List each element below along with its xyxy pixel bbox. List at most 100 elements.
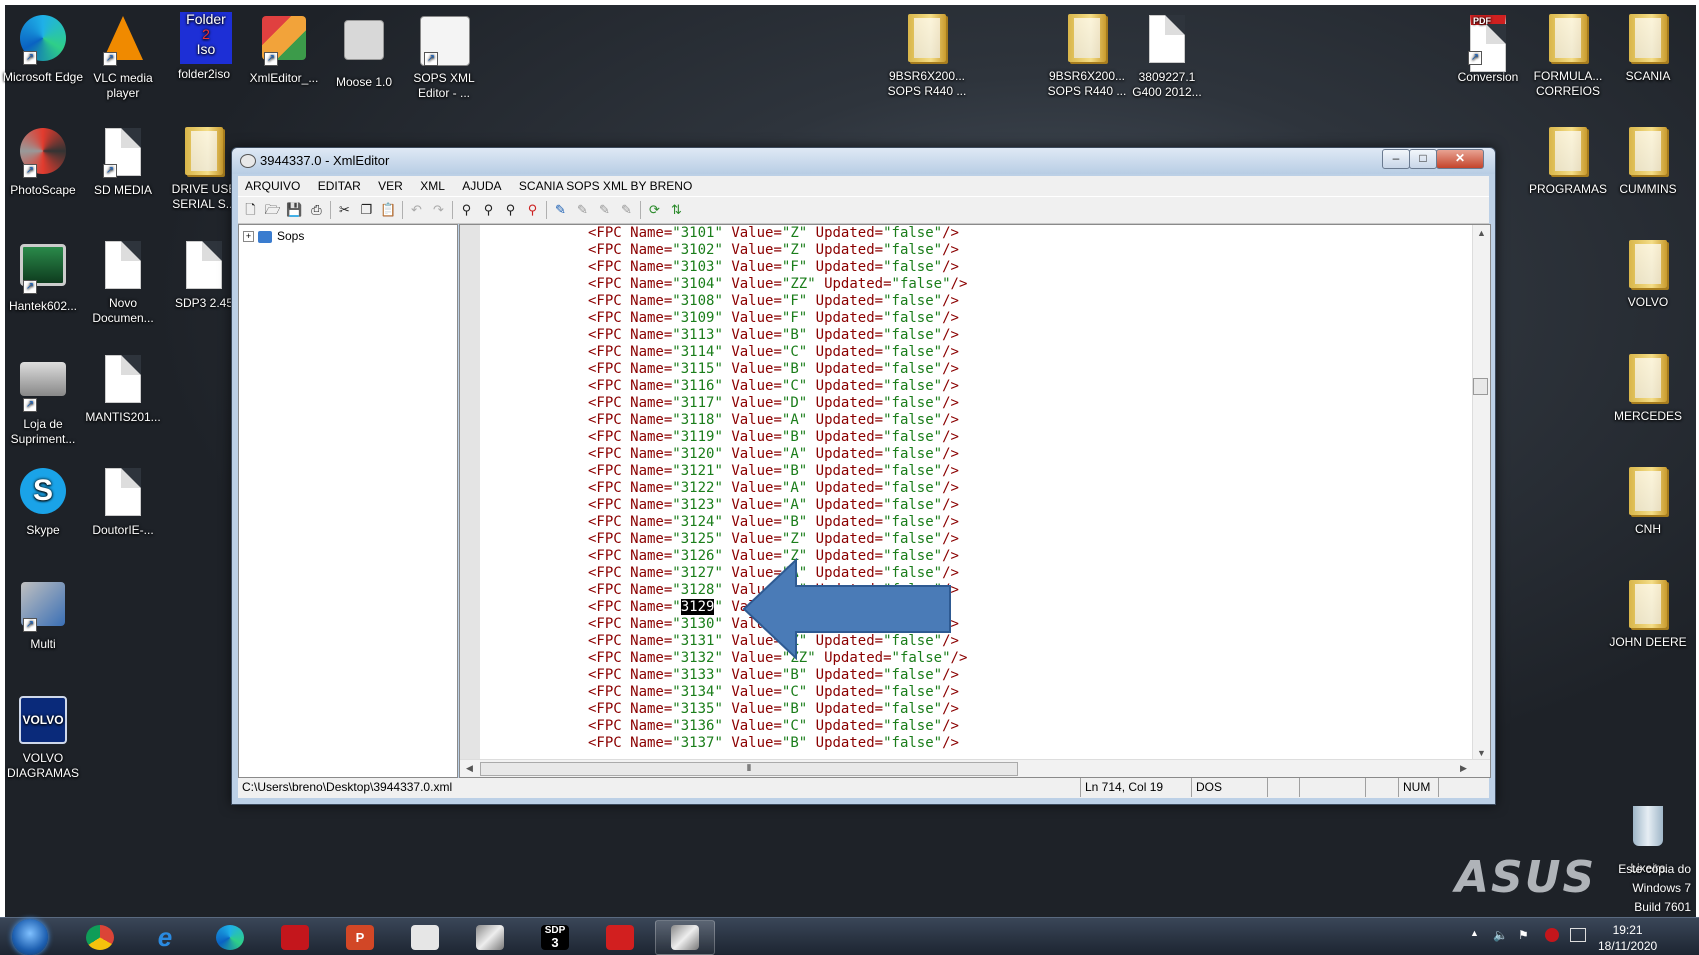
minimize-button[interactable]: – [1382, 149, 1410, 169]
undo-icon[interactable]: ↶ [408, 201, 425, 218]
code-line[interactable]: <FPC Name="3135" Value="B" Updated="fals… [588, 701, 967, 718]
code-line[interactable]: <FPC Name="3134" Value="C" Updated="fals… [588, 684, 967, 701]
taskbar-sops-editor[interactable] [395, 920, 455, 955]
code-line[interactable]: <FPC Name="3116" Value="C" Updated="fals… [588, 378, 967, 395]
desktop-icon-john-deere[interactable]: JOHN DEERE [1605, 578, 1691, 650]
desktop-icon-hantek[interactable]: ↗ Hantek602... [0, 238, 86, 314]
print-icon[interactable]: ⎙ [308, 201, 325, 218]
code-line[interactable]: <FPC Name="3109" Value="F" Updated="fals… [588, 310, 967, 327]
scroll-right-icon[interactable]: ▶ [1460, 763, 1467, 774]
code-line[interactable]: <FPC Name="3137" Value="B" Updated="fals… [588, 735, 967, 752]
code-line[interactable]: <FPC Name="3119" Value="B" Updated="fals… [588, 429, 967, 446]
code-editor[interactable]: <FPC Name="3101" Value="Z" Updated="fals… [459, 224, 1491, 778]
desktop-icon-multi[interactable]: ↗ Multi [0, 578, 86, 652]
desktop-icon-photoscape[interactable]: ↗ PhotoScape [0, 125, 86, 198]
taskbar-ie[interactable]: e [135, 920, 195, 955]
desktop-icon-conversion[interactable]: PDF ↗ Conversion [1445, 12, 1531, 85]
taskbar-acrobat[interactable] [590, 920, 650, 955]
taskbar-chrome[interactable] [70, 920, 130, 955]
code-line[interactable]: <FPC Name="3102" Value="Z" Updated="fals… [588, 242, 967, 259]
desktop-icon-xmleditor[interactable]: ↗ XmlEditor_... [241, 12, 327, 86]
desktop-icon-moose[interactable]: Moose 1.0 [321, 12, 407, 90]
desktop-icon-sops-xml-editor[interactable]: ↗ SOPS XML Editor - ... [401, 12, 487, 101]
tree-node-sops[interactable]: + Sops [243, 229, 304, 243]
code-line[interactable]: <FPC Name="3114" Value="C" Updated="fals… [588, 344, 967, 361]
tree-sync-icon[interactable]: ⇅ [668, 201, 685, 218]
network-icon[interactable] [1570, 928, 1586, 942]
format-icon[interactable]: ✎ [574, 201, 591, 218]
find-next-icon[interactable]: ⚲ [480, 201, 497, 218]
redo-icon[interactable]: ↷ [430, 201, 447, 218]
find-prev-icon[interactable]: ⚲ [502, 201, 519, 218]
copy-icon[interactable]: ❐ [358, 201, 375, 218]
taskbar-disk-tool[interactable] [460, 920, 520, 955]
taskbar-xmleditor-active[interactable] [655, 920, 715, 955]
code-line[interactable]: <FPC Name="3120" Value="A" Updated="fals… [588, 446, 967, 463]
desktop-icon-cummins[interactable]: CUMMINS [1605, 125, 1691, 197]
code-line[interactable]: <FPC Name="3136" Value="C" Updated="fals… [588, 718, 967, 735]
taskbar-edge[interactable] [200, 920, 260, 955]
find-icon[interactable]: ⚲ [458, 201, 475, 218]
menu-ajuda[interactable]: AJUDA [455, 176, 508, 193]
code-line[interactable]: <FPC Name="3103" Value="F" Updated="fals… [588, 259, 967, 276]
menu-scania-sops[interactable]: SCANIA SOPS XML BY BRENO [512, 176, 699, 193]
indent-icon[interactable]: ✎ [596, 201, 613, 218]
code-line[interactable]: <FPC Name="3104" Value="ZZ" Updated="fal… [588, 276, 967, 293]
code-line[interactable]: <FPC Name="3123" Value="A" Updated="fals… [588, 497, 967, 514]
menu-editar[interactable]: EDITAR [311, 176, 368, 193]
code-line[interactable]: <FPC Name="3113" Value="B" Updated="fals… [588, 327, 967, 344]
outdent-icon[interactable]: ✎ [618, 201, 635, 218]
expand-icon[interactable]: + [243, 231, 254, 243]
desktop-icon-cnh[interactable]: CNH [1605, 465, 1691, 537]
code-line[interactable]: <FPC Name="3125" Value="Z" Updated="fals… [588, 531, 967, 548]
paste-icon[interactable]: 📋 [380, 201, 397, 218]
save-icon[interactable]: 💾 [286, 201, 303, 218]
scroll-left-icon[interactable]: ◀ [466, 763, 473, 774]
taskbar-mcafee[interactable] [265, 920, 325, 955]
desktop-icon-skype[interactable]: S Skype [0, 465, 86, 538]
desktop-icon-doutorie[interactable]: DoutorIE-... [80, 465, 166, 538]
desktop-icon-folder2iso[interactable]: Folder 2 Iso folder2iso [161, 12, 247, 82]
action-center-flag-icon[interactable]: ⚑ [1518, 928, 1529, 942]
validate-icon[interactable]: ✎ [552, 201, 569, 218]
desktop-icon-mantis[interactable]: MANTIS201... [80, 352, 166, 425]
replace-icon[interactable]: ⚲ [524, 201, 541, 218]
desktop-icon-g400[interactable]: 3809227.1 G400 2012... [1124, 12, 1210, 100]
desktop-icon-loja[interactable]: ↗ Loja de Supriment... [0, 352, 86, 447]
code-line[interactable]: <FPC Name="3101" Value="Z" Updated="fals… [588, 225, 967, 242]
desktop-icon-novo-documento[interactable]: Novo Documen... [80, 238, 166, 326]
code-line[interactable]: <FPC Name="3122" Value="A" Updated="fals… [588, 480, 967, 497]
code-line[interactable]: <FPC Name="3115" Value="B" Updated="fals… [588, 361, 967, 378]
vertical-scroll-thumb[interactable] [1473, 378, 1488, 395]
code-line[interactable]: <FPC Name="3117" Value="D" Updated="fals… [588, 395, 967, 412]
menu-arquivo[interactable]: ARQUIVO [238, 176, 307, 193]
code-line[interactable]: <FPC Name="3118" Value="A" Updated="fals… [588, 412, 967, 429]
menu-ver[interactable]: VER [371, 176, 410, 193]
taskbar-sdp3[interactable]: SDP 3 [525, 920, 585, 955]
desktop-icon-volvo-diagramas[interactable]: VOLVO VOLVO DIAGRAMAS [0, 692, 86, 781]
desktop-icon-volvo[interactable]: VOLVO [1605, 238, 1691, 310]
desktop-icon-mercedes[interactable]: MERCEDES [1605, 352, 1691, 424]
code-line[interactable]: <FPC Name="3133" Value="B" Updated="fals… [588, 667, 967, 684]
taskbar-powerpoint[interactable]: P [330, 920, 390, 955]
desktop-icon-formula-correios[interactable]: FORMULA... CORREIOS [1525, 12, 1611, 99]
desktop-icon-sops-r440-1[interactable]: 9BSR6X200... SOPS R440 ... [884, 12, 970, 99]
maximize-button[interactable]: □ [1409, 149, 1437, 169]
code-line[interactable]: <FPC Name="3108" Value="F" Updated="fals… [588, 293, 967, 310]
open-folder-icon[interactable]: 🗁 [264, 201, 281, 218]
vertical-scrollbar[interactable]: ▲ ▼ [1472, 225, 1490, 761]
desktop-icon-sops-r440-2[interactable]: 9BSR6X200... SOPS R440 ... [1044, 12, 1130, 99]
new-file-icon[interactable]: 🗋 [242, 201, 259, 218]
horizontal-scroll-thumb[interactable]: ⦀ [480, 762, 1018, 776]
refresh-icon[interactable]: ⟳ [646, 201, 663, 218]
clock[interactable]: 19:21 18/11/2020 [1598, 922, 1657, 954]
desktop-icon-sd-media[interactable]: ↗ SD MEDIA [80, 125, 166, 198]
window-titlebar[interactable]: 3944337.0 - XmlEditor – □ ✕ [232, 148, 1495, 174]
desktop-icon-scania[interactable]: SCANIA [1605, 12, 1691, 84]
scroll-down-icon[interactable]: ▼ [1477, 748, 1486, 758]
scroll-up-icon[interactable]: ▲ [1477, 228, 1486, 238]
code-line[interactable]: <FPC Name="3124" Value="B" Updated="fals… [588, 514, 967, 531]
desktop-icon-programas[interactable]: PROGRAMAS [1525, 125, 1611, 197]
close-button[interactable]: ✕ [1436, 149, 1484, 169]
start-button[interactable] [12, 919, 48, 955]
